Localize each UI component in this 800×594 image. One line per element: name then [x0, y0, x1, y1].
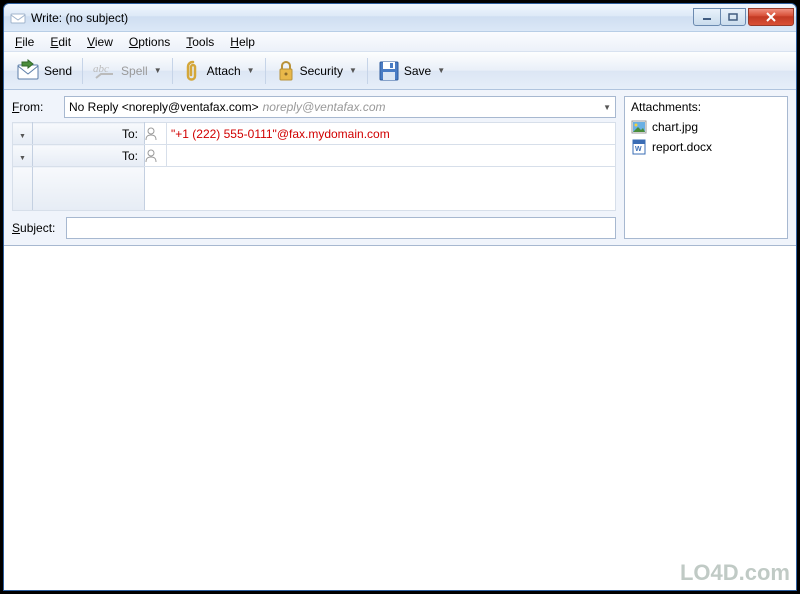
image-file-icon	[631, 119, 647, 135]
window-title: Write: (no subject)	[31, 11, 693, 25]
menu-file[interactable]: File	[8, 33, 41, 51]
table-row	[13, 167, 616, 211]
send-label: Send	[44, 64, 72, 78]
menu-options[interactable]: Options	[122, 33, 177, 51]
floppy-icon	[378, 60, 400, 82]
table-row: ▼ To: "+1 (222) 555-0111"@fax.mydomain.c…	[13, 123, 616, 145]
message-body[interactable]	[4, 245, 796, 590]
toolbar-separator	[82, 58, 83, 84]
from-selector[interactable]: No Reply <noreply@ventafax.com> noreply@…	[64, 96, 616, 118]
save-button[interactable]: Save ▼	[372, 56, 451, 86]
compose-fields: From: No Reply <noreply@ventafax.com> no…	[12, 96, 616, 239]
toolbar-separator	[265, 58, 266, 84]
svg-text:W: W	[635, 146, 642, 153]
toolbar: Send abc Spell ▼ Attach ▼ Security ▼ Sav…	[4, 52, 796, 90]
from-label: From:	[12, 100, 64, 114]
chevron-down-icon: ▼	[247, 66, 255, 75]
save-label: Save	[404, 64, 431, 78]
table-row: ▼ To:	[13, 145, 616, 167]
attachment-item[interactable]: chart.jpg	[625, 117, 787, 137]
recipient-type-dropdown[interactable]	[13, 167, 33, 211]
recipient-input[interactable]	[145, 167, 616, 211]
contact-icon[interactable]	[145, 145, 167, 167]
recipient-input[interactable]	[167, 145, 616, 167]
minimize-button[interactable]	[693, 8, 721, 26]
contact-icon[interactable]	[145, 123, 167, 145]
from-email: noreply@ventafax.com	[263, 100, 386, 114]
recipient-type-dropdown[interactable]: ▼	[13, 123, 33, 145]
attach-label: Attach	[207, 64, 241, 78]
attachment-item[interactable]: W report.docx	[625, 137, 787, 157]
spell-icon: abc	[93, 61, 117, 81]
attach-button[interactable]: Attach ▼	[177, 56, 261, 86]
titlebar[interactable]: Write: (no subject)	[4, 4, 796, 32]
recipient-input[interactable]: "+1 (222) 555-0111"@fax.mydomain.com	[167, 123, 616, 145]
send-button[interactable]: Send	[10, 56, 78, 86]
chevron-down-icon: ▼	[349, 66, 357, 75]
attachments-header: Attachments:	[625, 97, 787, 117]
recipient-label[interactable]: To:	[33, 145, 145, 167]
toolbar-separator	[367, 58, 368, 84]
chevron-down-icon: ▼	[154, 66, 162, 75]
send-icon	[16, 59, 40, 83]
address-table: ▼ To: "+1 (222) 555-0111"@fax.mydomain.c…	[12, 122, 616, 211]
menu-help[interactable]: Help	[223, 33, 262, 51]
recipient-value: "+1 (222) 555-0111"@fax.mydomain.com	[171, 127, 390, 141]
menu-view[interactable]: View	[80, 33, 120, 51]
attachments-panel: Attachments: chart.jpg W report.docx	[624, 96, 788, 239]
menu-tools[interactable]: Tools	[179, 33, 221, 51]
attachment-name: chart.jpg	[652, 120, 698, 134]
toolbar-separator	[172, 58, 173, 84]
spell-button[interactable]: abc Spell ▼	[87, 56, 168, 86]
subject-input[interactable]	[66, 217, 616, 239]
chevron-down-icon: ▼	[603, 103, 611, 112]
maximize-button[interactable]	[720, 8, 746, 26]
paperclip-icon	[183, 59, 203, 83]
from-identity: No Reply <noreply@ventafax.com>	[69, 100, 259, 114]
window-controls	[693, 9, 794, 26]
recipient-label[interactable]: To:	[33, 123, 145, 145]
menu-edit[interactable]: Edit	[43, 33, 78, 51]
lock-icon	[276, 59, 296, 83]
compose-window: Write: (no subject) File Edit View Optio…	[3, 3, 797, 591]
subject-label: Subject:	[12, 221, 66, 235]
header-pane: From: No Reply <noreply@ventafax.com> no…	[4, 90, 796, 243]
security-button[interactable]: Security ▼	[270, 56, 363, 86]
word-file-icon: W	[631, 139, 647, 155]
recipient-type-dropdown[interactable]: ▼	[13, 145, 33, 167]
chevron-down-icon: ▼	[19, 155, 26, 162]
chevron-down-icon: ▼	[19, 133, 26, 140]
chevron-down-icon: ▼	[437, 66, 445, 75]
attachment-name: report.docx	[652, 140, 712, 154]
close-button[interactable]	[748, 8, 794, 26]
spell-label: Spell	[121, 64, 148, 78]
recipient-label[interactable]	[33, 167, 145, 211]
subject-row: Subject:	[12, 217, 616, 239]
content-area: From: No Reply <noreply@ventafax.com> no…	[4, 90, 796, 590]
app-icon	[10, 10, 26, 26]
menubar: File Edit View Options Tools Help	[4, 32, 796, 52]
from-row: From: No Reply <noreply@ventafax.com> no…	[12, 96, 616, 118]
security-label: Security	[300, 64, 343, 78]
